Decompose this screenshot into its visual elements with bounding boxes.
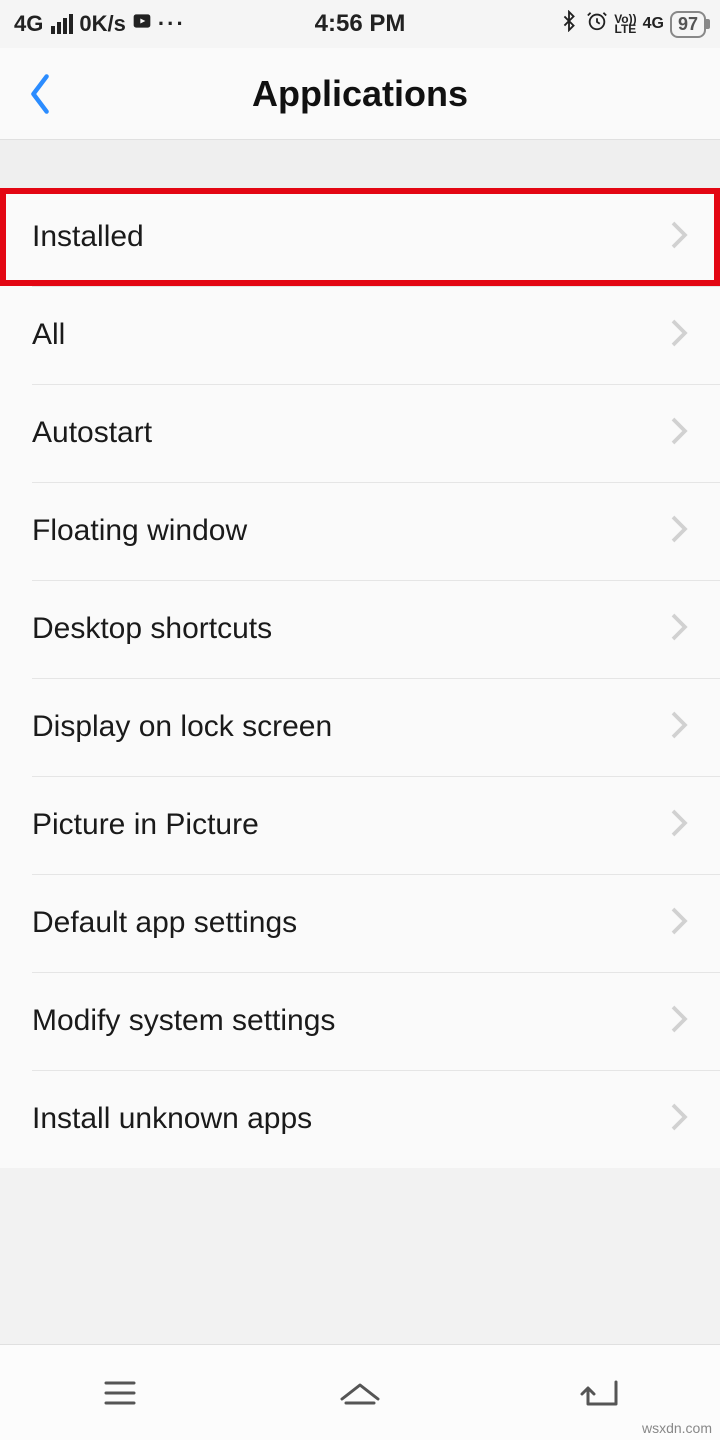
row-all[interactable]: All bbox=[0, 286, 720, 384]
row-label: Desktop shortcuts bbox=[32, 612, 272, 646]
chevron-right-icon bbox=[670, 416, 688, 451]
clock: 4:56 PM bbox=[315, 10, 406, 38]
chevron-right-icon bbox=[670, 1004, 688, 1039]
row-label: Default app settings bbox=[32, 906, 297, 940]
row-install-unknown-apps[interactable]: Install unknown apps bbox=[0, 1070, 720, 1168]
secondary-network: 4G bbox=[643, 15, 664, 33]
page-title: Applications bbox=[252, 73, 468, 115]
chevron-right-icon bbox=[670, 1102, 688, 1137]
row-label: Picture in Picture bbox=[32, 808, 259, 842]
row-label: Floating window bbox=[32, 514, 247, 548]
watermark: wsxdn.com bbox=[642, 1420, 712, 1436]
chevron-right-icon bbox=[670, 906, 688, 941]
volte-icon: Vo)) LTE bbox=[614, 14, 636, 34]
row-label: All bbox=[32, 318, 65, 352]
row-picture-in-picture[interactable]: Picture in Picture bbox=[0, 776, 720, 874]
row-floating-window[interactable]: Floating window bbox=[0, 482, 720, 580]
chevron-right-icon bbox=[670, 808, 688, 843]
row-label: Installed bbox=[32, 220, 144, 254]
chevron-right-icon bbox=[670, 612, 688, 647]
row-label: Display on lock screen bbox=[32, 710, 332, 744]
status-right: Vo)) LTE 4G 97 bbox=[558, 10, 706, 38]
settings-list: Installed All Autostart Floating window … bbox=[0, 188, 720, 1168]
row-default-app-settings[interactable]: Default app settings bbox=[0, 874, 720, 972]
row-modify-system-settings[interactable]: Modify system settings bbox=[0, 972, 720, 1070]
chevron-right-icon bbox=[670, 318, 688, 353]
video-icon bbox=[132, 11, 152, 37]
chevron-right-icon bbox=[670, 710, 688, 745]
app-header: Applications bbox=[0, 48, 720, 140]
bluetooth-icon bbox=[558, 10, 580, 38]
nav-recents-button[interactable] bbox=[60, 1363, 180, 1423]
navigation-bar bbox=[0, 1344, 720, 1440]
row-installed[interactable]: Installed bbox=[0, 188, 720, 286]
data-speed: 0K/s bbox=[79, 11, 125, 37]
network-type: 4G bbox=[14, 11, 43, 37]
nav-back-button[interactable] bbox=[540, 1363, 660, 1423]
chevron-right-icon bbox=[670, 514, 688, 549]
status-bar: 4G 0K/s ··· 4:56 PM Vo)) LTE 4G 97 bbox=[0, 0, 720, 48]
nav-home-button[interactable] bbox=[300, 1363, 420, 1423]
row-label: Autostart bbox=[32, 416, 152, 450]
row-label: Install unknown apps bbox=[32, 1102, 312, 1136]
back-button[interactable] bbox=[0, 48, 80, 139]
row-autostart[interactable]: Autostart bbox=[0, 384, 720, 482]
battery-icon: 97 bbox=[670, 11, 706, 38]
row-label: Modify system settings bbox=[32, 1004, 335, 1038]
signal-icon bbox=[51, 14, 73, 34]
more-icon: ··· bbox=[158, 11, 186, 37]
chevron-right-icon bbox=[670, 220, 688, 255]
alarm-icon bbox=[586, 10, 608, 38]
row-desktop-shortcuts[interactable]: Desktop shortcuts bbox=[0, 580, 720, 678]
section-gap bbox=[0, 140, 720, 188]
status-left: 4G 0K/s ··· bbox=[14, 11, 186, 37]
row-display-lock-screen[interactable]: Display on lock screen bbox=[0, 678, 720, 776]
